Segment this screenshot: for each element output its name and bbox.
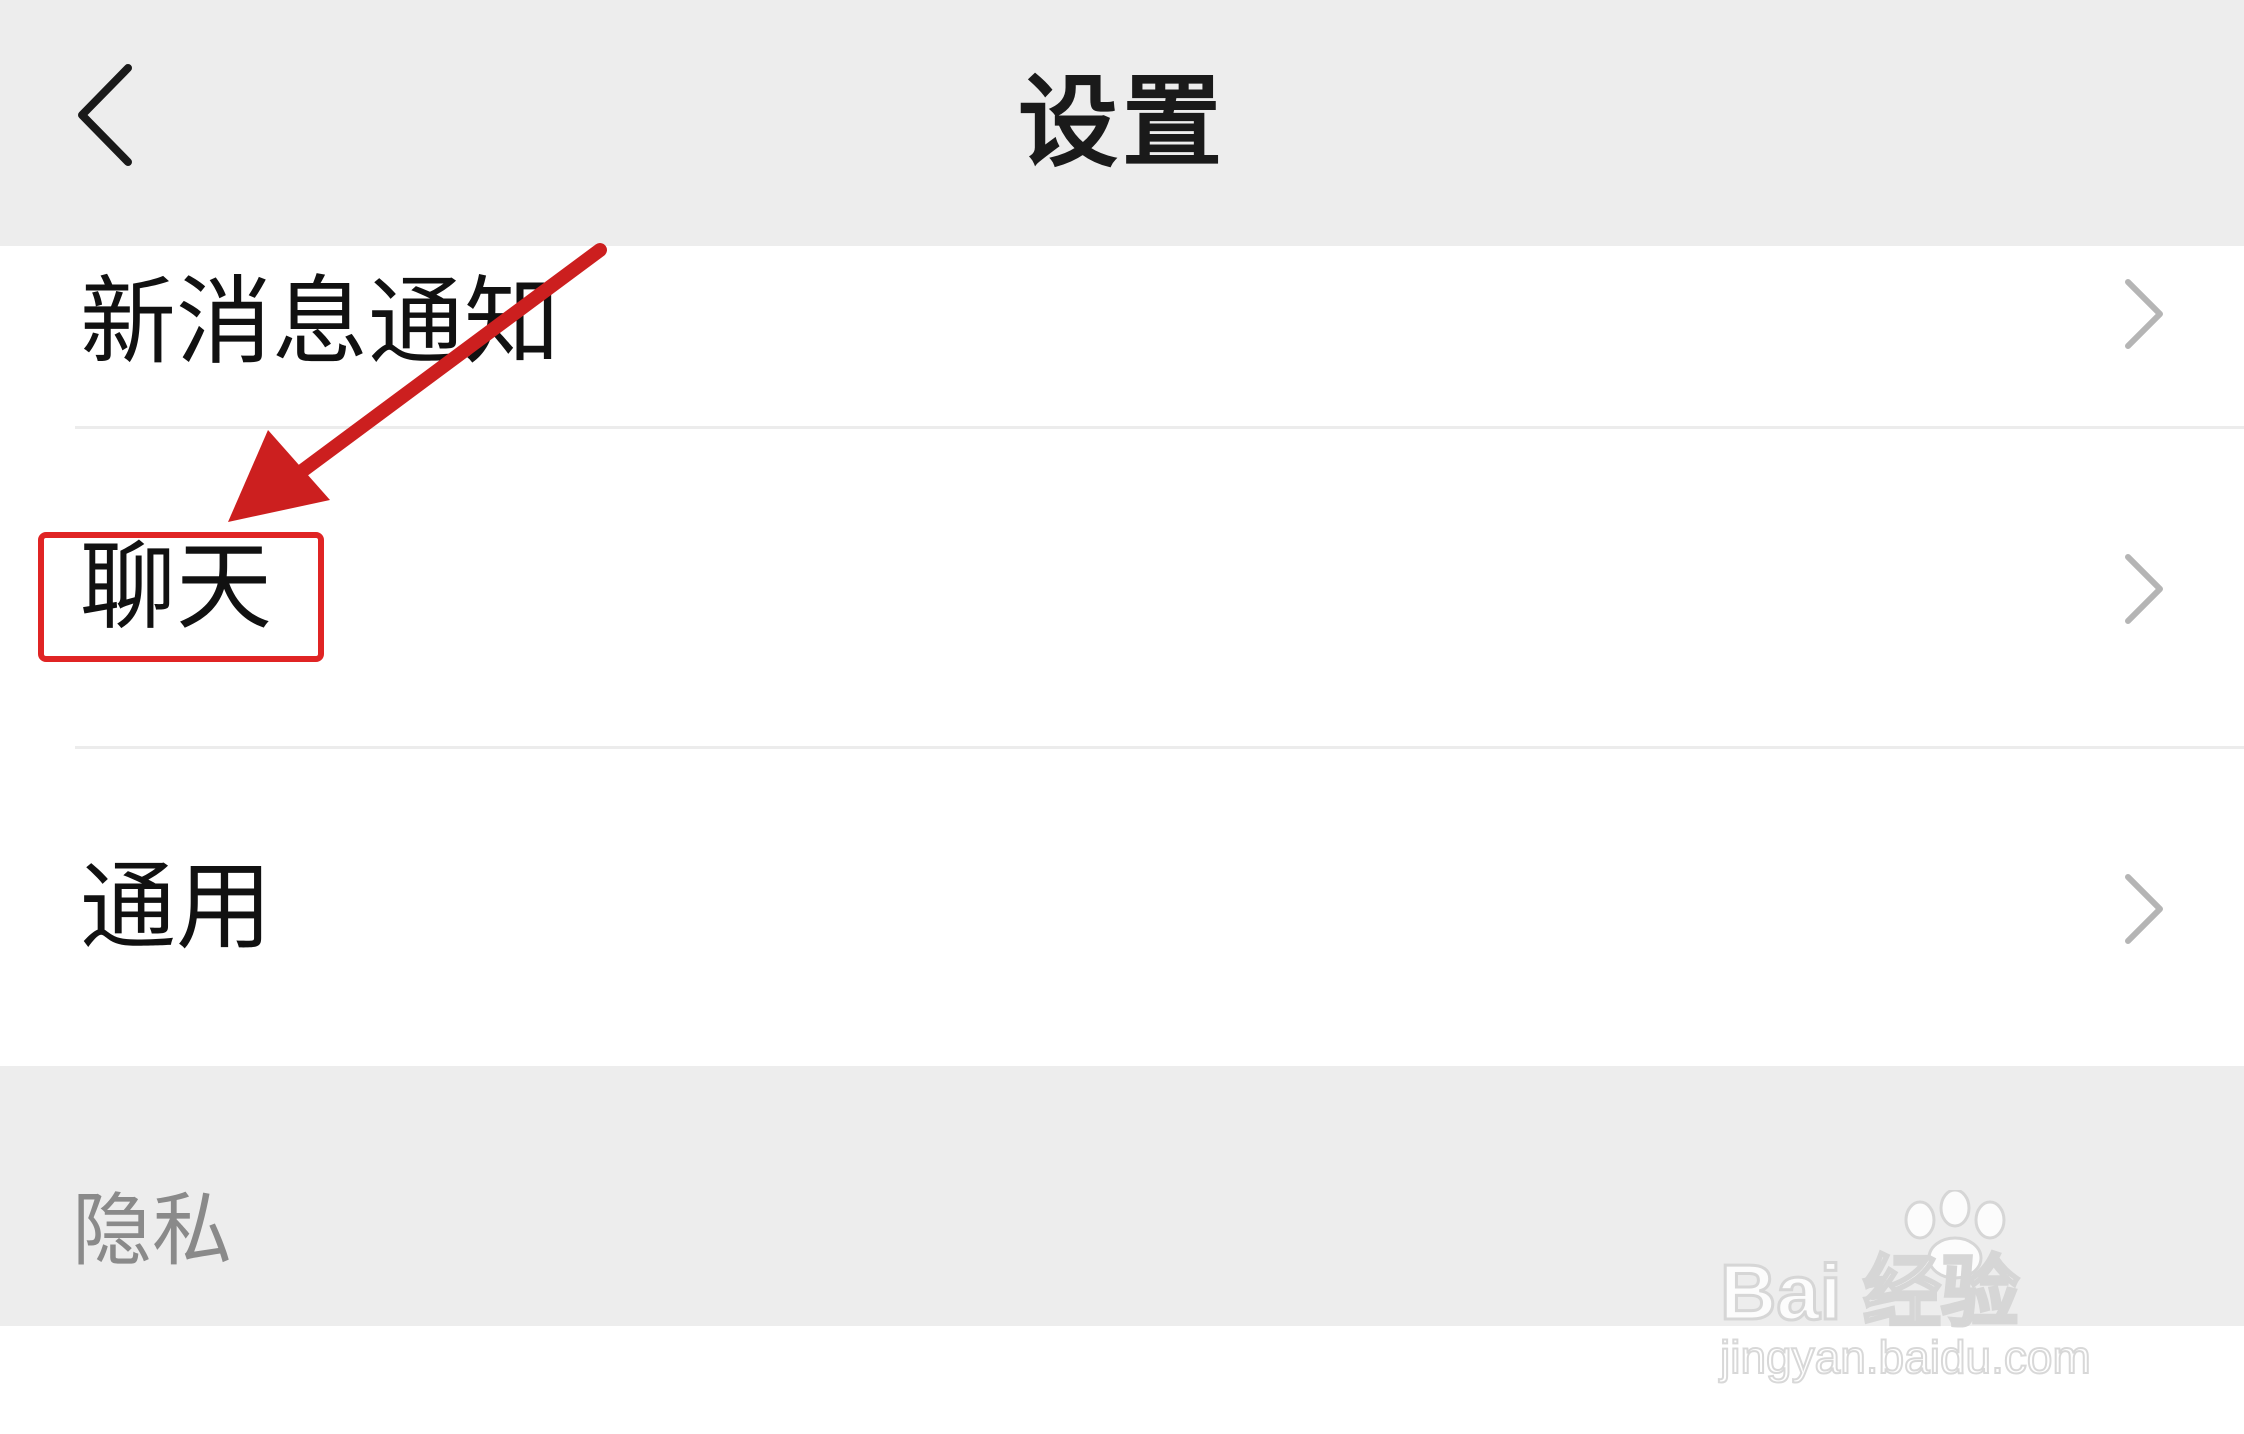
settings-item-general[interactable]: 通用 bbox=[0, 749, 2244, 1066]
section-header-privacy: 隐私 bbox=[0, 1066, 2244, 1326]
settings-item-chat[interactable]: 聊天 bbox=[0, 429, 2244, 747]
settings-list: 新消息通知 聊天 通用 bbox=[0, 246, 2244, 1066]
settings-item-label: 新消息通知 bbox=[80, 266, 560, 378]
settings-item-label: 聊天 bbox=[80, 531, 272, 643]
settings-item-label: 通用 bbox=[80, 851, 272, 963]
list-continuation bbox=[0, 1326, 2244, 1434]
chevron-right-icon bbox=[2125, 279, 2163, 349]
section-title: 隐私 bbox=[72, 1184, 232, 1277]
chevron-right-icon bbox=[2125, 554, 2163, 624]
chevron-right-icon bbox=[2125, 874, 2163, 944]
settings-screen: 设置 新消息通知 聊天 通用 隐私 Bai 经验 jingyan.baidu.c… bbox=[0, 0, 2244, 1434]
settings-item-new-message-notification[interactable]: 新消息通知 bbox=[0, 138, 2244, 456]
